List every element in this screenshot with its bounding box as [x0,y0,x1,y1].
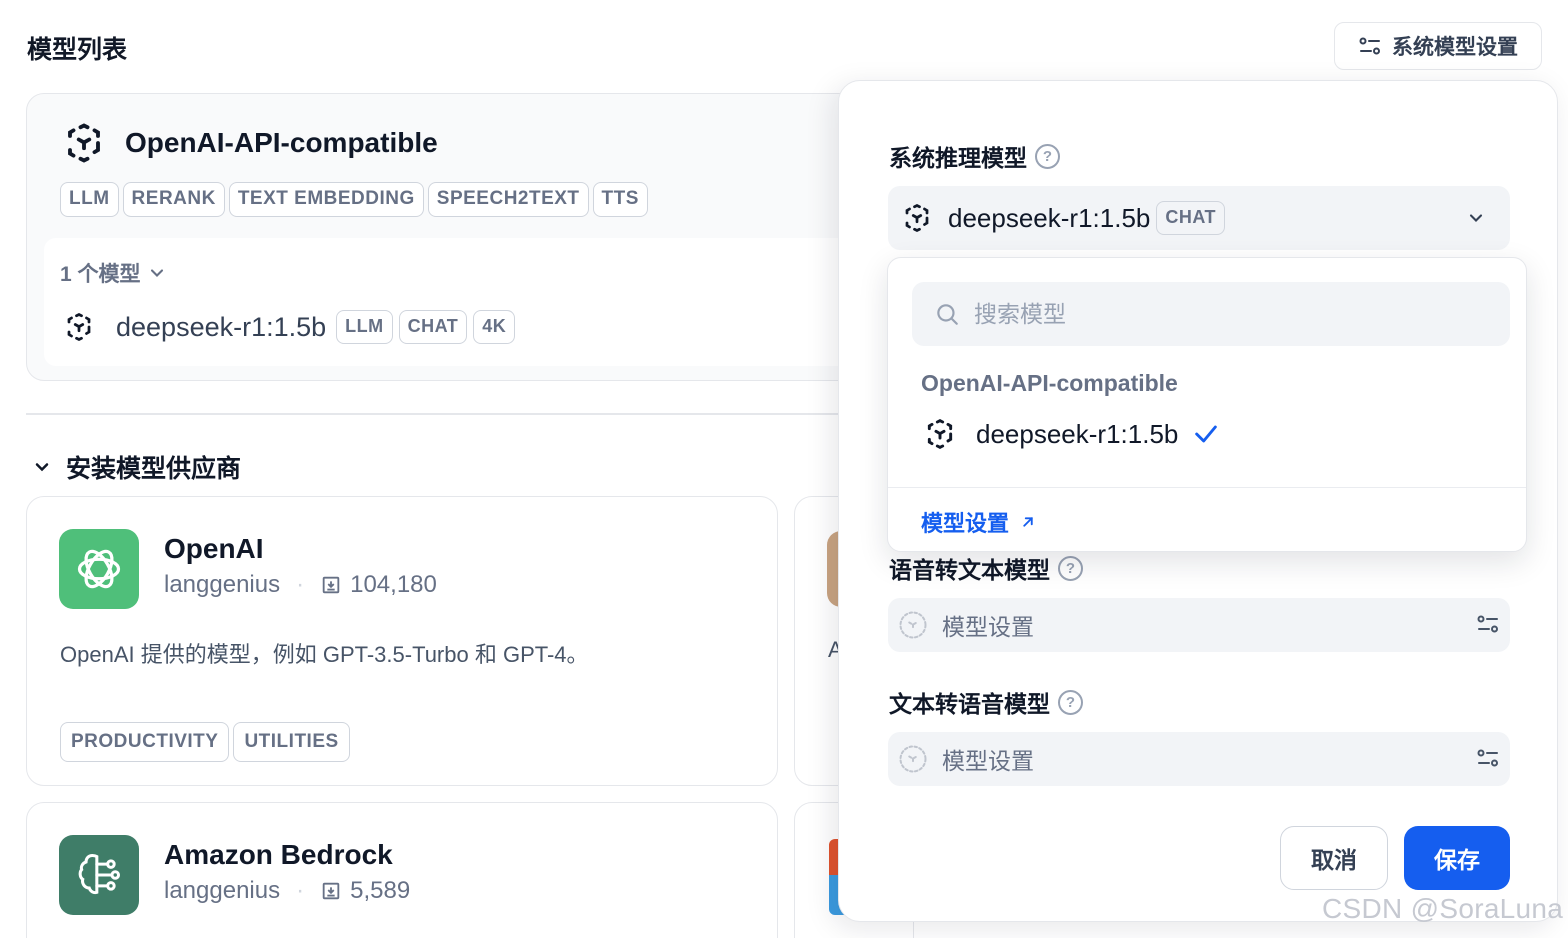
plugin-author: langgenius [164,571,281,598]
plugin-tags: PRODUCTIVITY UTILITIES [60,722,350,762]
cube-icon [67,312,91,342]
plugin-name: Amazon Bedrock [164,839,393,870]
speech2text-model-select[interactable]: 模型设置 [888,598,1510,652]
cube-placeholder-icon [899,745,927,773]
tts-model-label-text: 文本转语音模型 [889,691,1050,717]
system-model-settings-label: 系统模型设置 [1392,36,1518,59]
chevron-down-icon [150,269,163,277]
tts-model-label: 文本转语音模型 ? [889,685,1083,719]
search-icon [937,304,958,325]
model-search-box[interactable] [912,282,1510,346]
openai-logo [59,529,139,609]
selected-model-tag: CHAT [1156,201,1226,235]
model-dropdown: OpenAI-API-compatible deepseek-r1:1.5b 模… [887,257,1527,552]
provider-tag: SPEECH2TEXT [427,182,589,217]
cube-icon [927,419,953,449]
plugin-meta: langgenius · 104,180 [164,571,437,599]
download-box-icon [322,576,340,594]
model-count-label: 1 个模型 [60,263,141,286]
tts-placeholder: 模型设置 [942,748,1034,774]
model-count-toggle[interactable]: 1 个模型 [60,258,167,288]
chevron-down-icon [1469,214,1483,222]
model-settings-link[interactable]: 模型设置 [921,506,1037,538]
openai-logo-icon [77,549,121,589]
brain-circuit-icon [78,853,121,895]
cube-placeholder-icon [899,611,927,639]
settings-sliders-icon [1477,749,1498,767]
model-row: deepseek-r1:1.5b LLM CHAT 4K [64,310,516,344]
speech2text-model-label-text: 语音转文本模型 [889,557,1050,583]
dropdown-group-label: OpenAI-API-compatible [921,370,1178,396]
selected-model-name: deepseek-r1:1.5b [948,202,1151,233]
section-divider [26,413,856,415]
help-icon[interactable]: ? [1058,555,1083,581]
check-icon [1195,425,1218,443]
reasoning-model-label: 系统推理模型 ? [889,139,1060,173]
tts-model-select[interactable]: 模型设置 [888,732,1510,786]
download-box-icon [322,882,340,900]
system-model-settings-button[interactable]: 系统模型设置 [1334,22,1542,70]
model-tag: LLM [336,310,393,344]
plugin-meta: langgenius · 5,589 [164,877,410,905]
reasoning-model-select[interactable]: deepseek-r1:1.5b CHAT [888,186,1510,250]
provider-tag: TTS [592,182,648,217]
speech2text-model-label: 语音转文本模型 ? [889,551,1083,585]
dropdown-model-option[interactable]: deepseek-r1:1.5b [924,418,1220,450]
save-button[interactable]: 保存 [1404,826,1510,890]
amazon-bedrock-logo [59,835,139,915]
provider-header: OpenAI-API-compatible [63,122,438,164]
plugin-tag: PRODUCTIVITY [60,722,230,762]
install-section-toggle[interactable]: 安装模型供应商 [32,449,241,485]
plugin-card-openai[interactable]: OpenAI langgenius · 104,180 OpenAI 提供的模型… [26,496,778,786]
speech2text-placeholder: 模型设置 [942,614,1034,640]
cube-icon [68,123,100,163]
model-tag: CHAT [398,310,468,344]
install-count: 104,180 [320,571,437,599]
provider-tag: LLM [60,182,119,217]
meta-dot: · [296,877,305,904]
provider-tag: TEXT EMBEDDING [228,182,424,217]
meta-dot: · [296,571,305,598]
model-list-panel: 1 个模型 deepseek-r1:1.5b LLM CHAT 4K [44,238,887,366]
install-count-value: 104,180 [350,571,437,598]
page-title: 模型列表 [27,36,128,64]
watermark: CSDN @SoraLuna [1322,893,1564,924]
dropdown-divider [888,487,1526,488]
install-count-value: 5,589 [350,877,411,904]
provider-name: OpenAI-API-compatible [125,127,438,158]
help-icon[interactable]: ? [1058,689,1083,715]
model-tag: 4K [473,310,516,344]
model-settings-link-label: 模型设置 [921,511,1010,536]
cancel-button[interactable]: 取消 [1280,826,1388,890]
settings-sliders-icon [1359,37,1380,55]
install-section-title: 安装模型供应商 [66,455,242,483]
settings-sliders-icon [1477,615,1498,633]
install-count: 5,589 [320,877,410,905]
cube-icon [905,203,929,233]
provider-tags: LLM RERANK TEXT EMBEDDING SPEECH2TEXT TT… [60,182,648,217]
chevron-down-icon [35,463,49,472]
plugin-name: OpenAI [164,533,264,564]
arrow-up-right-icon [1023,517,1033,527]
provider-tag: RERANK [122,182,225,217]
help-icon[interactable]: ? [1035,143,1060,169]
reasoning-model-label-text: 系统推理模型 [889,145,1027,171]
plugin-tag: UTILITIES [233,722,350,762]
plugin-card-amazon-bedrock[interactable]: Amazon Bedrock langgenius · 5,589 [26,802,778,938]
model-name: deepseek-r1:1.5b [116,311,327,342]
dropdown-model-name: deepseek-r1:1.5b [976,418,1179,449]
plugin-description: OpenAI 提供的模型，例如 GPT-3.5-Turbo 和 GPT-4。 [60,642,589,667]
plugin-author: langgenius [164,877,281,904]
model-search-input[interactable] [974,300,1474,328]
provider-card: OpenAI-API-compatible LLM RERANK TEXT EM… [26,93,887,381]
